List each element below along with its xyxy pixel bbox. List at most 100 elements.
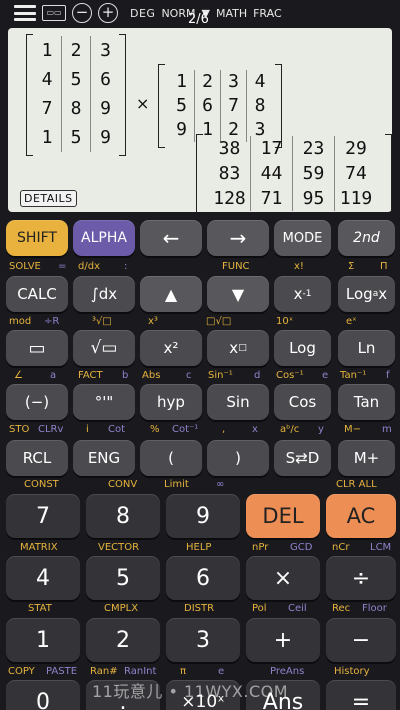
digit-1-key[interactable]: 1 [6, 618, 80, 662]
matrix-a-cell: 5 [62, 65, 91, 94]
cos-key[interactable]: Cos [274, 384, 331, 420]
left-paren-key[interactable]: ( [140, 440, 202, 476]
label-distr: DISTR [184, 603, 215, 614]
label-sto: STO [9, 424, 30, 435]
calc-key[interactable]: CALC [6, 276, 68, 312]
matrix-b-cell: 5 [169, 94, 195, 118]
right-paren-key[interactable]: ) [207, 440, 269, 476]
digit-5-key[interactable]: 5 [86, 556, 160, 600]
log-key[interactable]: Log [274, 330, 331, 366]
subtract-key[interactable]: − [326, 618, 396, 662]
label-preans: PreAns [270, 666, 305, 677]
label-cmplx: CMPLX [104, 603, 139, 614]
details-button[interactable]: DETAILS [20, 190, 77, 207]
reciprocal-key[interactable]: x -1 [274, 276, 331, 312]
rcl-key[interactable]: RCL [6, 440, 68, 476]
reciprocal-base: x [293, 285, 303, 303]
label-matrix: MATRIX [20, 542, 58, 553]
matrix-a-cell: 9 [100, 127, 111, 148]
multiply-key[interactable]: × [246, 556, 320, 600]
label-eq: = [58, 261, 67, 272]
label-ex: eˣ [346, 316, 357, 327]
result-cell: 95 [293, 186, 335, 211]
hyp-key[interactable]: hyp [140, 384, 202, 420]
sin-key[interactable]: Sin [207, 384, 269, 420]
dms-key[interactable]: °'" [73, 384, 135, 420]
label-xfact: x! [294, 261, 304, 272]
negative-key[interactable]: (−) [6, 384, 68, 420]
sd-key[interactable]: S⇄D [274, 440, 331, 476]
matrix-a-cell: 6 [100, 69, 111, 90]
label-floor: Floor [362, 603, 387, 614]
mode-key[interactable]: MODE [274, 220, 331, 256]
cursor-right-key[interactable]: → [207, 220, 269, 256]
label-npr: nPr [252, 542, 269, 553]
cursor-left-key[interactable]: ← [140, 220, 202, 256]
alpha-key[interactable]: ALPHA [73, 220, 135, 256]
eng-key[interactable]: ENG [73, 440, 135, 476]
matrix-a-cell: 4 [33, 65, 62, 94]
tan-key[interactable]: Tan [338, 384, 395, 420]
digit-9-key[interactable]: 9 [166, 494, 240, 538]
matrix-b-cell: 3 [221, 70, 247, 94]
label-vector: VECTOR [98, 542, 140, 553]
label-b: b [122, 370, 129, 381]
ac-key[interactable]: AC [326, 494, 396, 538]
result-cell: 83 [209, 161, 251, 186]
label-mod: mod [9, 316, 32, 327]
status-math: MATH [215, 6, 248, 20]
digit-2-key[interactable]: 2 [86, 618, 160, 662]
result-cell: 128 [209, 186, 251, 211]
integral-key[interactable]: ∫dx [73, 276, 135, 312]
menu-icon[interactable] [14, 5, 36, 21]
power-key[interactable]: x □ [207, 330, 269, 366]
zoom-in-icon[interactable]: + [98, 3, 118, 23]
square-key[interactable]: x² [140, 330, 202, 366]
label-limit: Limit [164, 479, 189, 490]
label-mminus: M− [344, 424, 362, 435]
label-i: i [86, 424, 89, 435]
label-ranh: Ran# [90, 666, 118, 677]
digit-8-key[interactable]: 8 [86, 494, 160, 538]
page-indicator: 2/6 [188, 12, 209, 27]
label-x3: x³ [148, 316, 158, 327]
add-key[interactable]: + [246, 618, 320, 662]
divide-key[interactable]: ÷ [326, 556, 396, 600]
result-cell: 17 [251, 136, 293, 161]
digit-4-key[interactable]: 4 [6, 556, 80, 600]
label-c: c [186, 370, 192, 381]
status-frac: FRAC [253, 6, 282, 20]
result-cell: 59 [293, 161, 335, 186]
label-acot: Cot⁻¹ [172, 424, 199, 435]
label-inf: ∞ [216, 479, 225, 490]
label-const: CONST [24, 479, 59, 490]
matrix-a-cell: 5 [62, 123, 91, 152]
label-cbrt: ³√□ [92, 316, 112, 327]
digit-3-key[interactable]: 3 [166, 618, 240, 662]
ln-key[interactable]: Ln [338, 330, 395, 366]
cursor-down-key[interactable]: ▼ [207, 276, 269, 312]
equals-key[interactable]: = [326, 680, 396, 710]
log-base-key[interactable]: Log a x [338, 276, 395, 312]
digit-7-key[interactable]: 7 [6, 494, 80, 538]
matrix-a-cell: 1 [33, 123, 62, 152]
result-cell: 74 [345, 163, 367, 184]
second-key[interactable]: 2nd [338, 220, 395, 256]
label-sum: Σ [348, 261, 355, 272]
mplus-key[interactable]: M+ [338, 440, 395, 476]
zoom-out-icon[interactable]: − [72, 3, 92, 23]
sqrt-key[interactable]: √▭ [73, 330, 135, 366]
label-ncr: nCr [332, 542, 350, 553]
label-asin: Sin⁻¹ [208, 370, 233, 381]
digit-0-key[interactable]: 0 [6, 680, 80, 710]
multiply-sign: × [136, 94, 150, 113]
cursor-up-key[interactable]: ▲ [140, 276, 202, 312]
label-paste: PASTE [46, 666, 78, 677]
digit-6-key[interactable]: 6 [166, 556, 240, 600]
shift-key[interactable]: SHIFT [6, 220, 68, 256]
del-key[interactable]: DEL [246, 494, 320, 538]
keyboard-layout-icon[interactable]: ▭▭ [42, 5, 66, 21]
watermark: 11玩意儿 • 11WYX.COM [92, 682, 289, 701]
label-abc: aᵇ/c [280, 424, 300, 435]
fraction-key[interactable]: ▭ [6, 330, 68, 366]
